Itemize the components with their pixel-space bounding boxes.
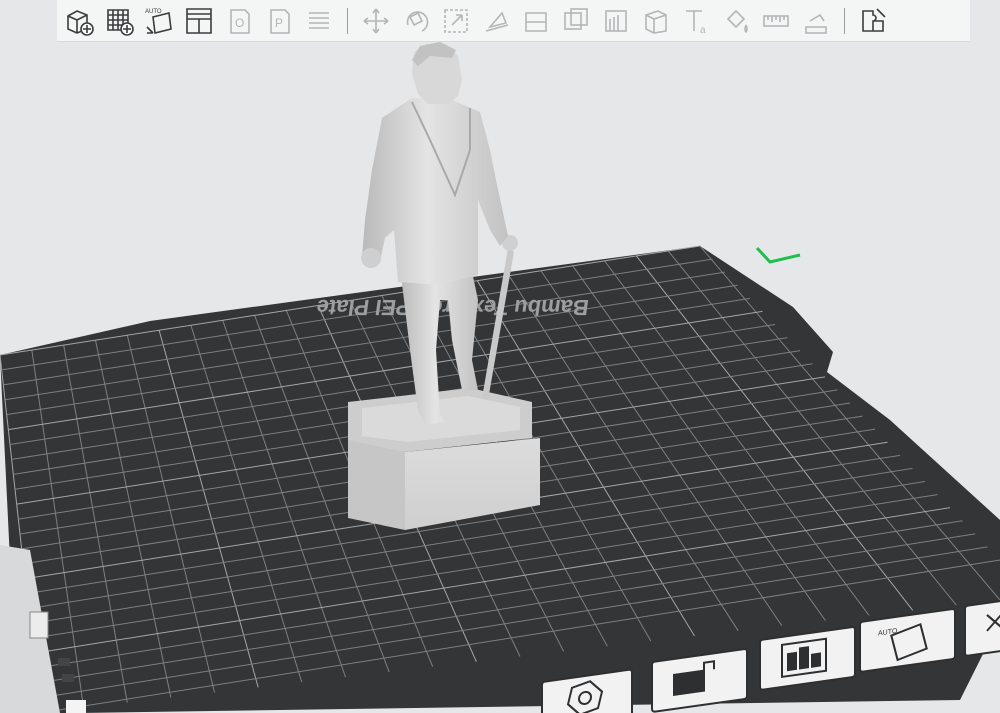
lay-on-face-icon (485, 10, 509, 32)
text-icon: a (686, 9, 706, 36)
split-parts-icon: P (270, 8, 290, 34)
statue-torso (362, 98, 508, 285)
cut-icon (525, 11, 547, 32)
measure-icon (763, 14, 789, 27)
x-axis-marker (755, 246, 801, 264)
svg-text:O: O (235, 16, 244, 30)
svg-text:AUTO: AUTO (145, 9, 162, 15)
toolbar-separator (347, 7, 348, 34)
support-paint-icon (605, 9, 627, 32)
add-object-button[interactable] (59, 1, 99, 41)
move-icon (363, 8, 389, 33)
puzzle-icon (862, 7, 886, 32)
color-paint-button[interactable] (716, 1, 756, 41)
text-button[interactable]: a (676, 1, 716, 41)
measure-button[interactable] (756, 1, 796, 41)
add-plate-button[interactable] (99, 1, 139, 41)
cube-plus-icon (67, 9, 94, 36)
layers-button[interactable] (299, 1, 339, 41)
assembly-view-button[interactable] (853, 1, 893, 41)
boolean-button[interactable] (556, 1, 596, 41)
auto-orient-button[interactable]: AUTO (139, 1, 179, 41)
layers-icon (309, 11, 329, 29)
split-objects-button[interactable]: O (219, 1, 259, 41)
auto-orient-icon: AUTO (145, 9, 172, 34)
statue-hand-left (361, 248, 381, 268)
cut-button[interactable] (516, 1, 556, 41)
side-icon-2 (62, 674, 74, 682)
move-button[interactable] (356, 1, 396, 41)
scale-button[interactable] (436, 1, 476, 41)
arrange-icon (186, 7, 212, 34)
support-paint-button[interactable] (596, 1, 636, 41)
side-icon-1 (58, 658, 70, 666)
assembly-button[interactable] (796, 1, 836, 41)
split-objects-icon: O (230, 8, 250, 34)
svg-text:P: P (275, 16, 283, 30)
seam-paint-button[interactable] (636, 1, 676, 41)
assembly-icon (805, 13, 827, 34)
rotate-icon (406, 10, 429, 32)
lock-icon (673, 669, 705, 697)
arrange-button[interactable] (179, 1, 219, 41)
svg-text:a: a (700, 25, 706, 36)
3d-viewport[interactable]: Bambu Textured PEI Plate (0, 0, 1000, 713)
pedestal-front (348, 440, 405, 530)
main-toolbar: AUTO O Pa (57, 0, 970, 42)
boolean-icon (564, 7, 588, 30)
rotate-button[interactable] (396, 1, 436, 41)
scale-icon (444, 8, 468, 33)
toolbar-separator (844, 7, 845, 34)
seam-paint-icon (645, 9, 667, 34)
split-parts-button[interactable]: P (259, 1, 299, 41)
lay-on-face-button[interactable] (476, 1, 516, 41)
color-paint-icon (726, 9, 748, 33)
grid-plus-icon (107, 8, 134, 36)
plate-settings-button[interactable] (964, 596, 1000, 657)
